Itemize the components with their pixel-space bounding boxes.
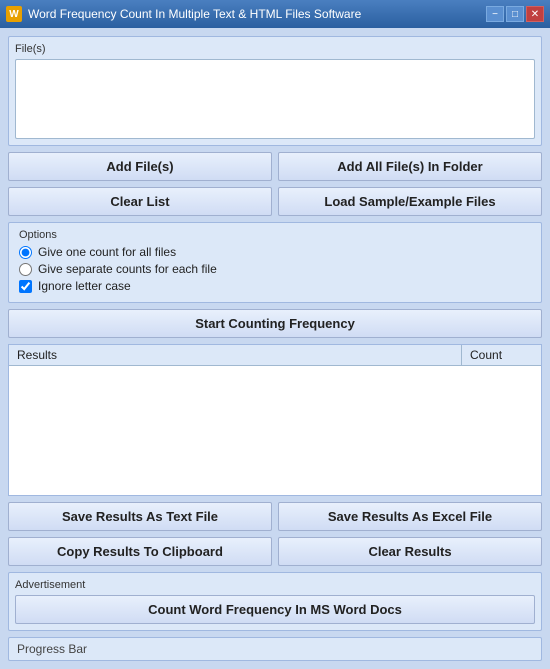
save-buttons-row: Save Results As Text File Save Results A… [8, 502, 542, 531]
window-controls: − □ ✕ [486, 6, 544, 22]
main-content: File(s) Add File(s) Add All File(s) In F… [0, 28, 550, 669]
option-row-3: Ignore letter case [19, 279, 531, 293]
option-row-1: Give one count for all files [19, 245, 531, 259]
title-bar: W Word Frequency Count In Multiple Text … [0, 0, 550, 28]
close-button[interactable]: ✕ [526, 6, 544, 22]
clear-list-button[interactable]: Clear List [8, 187, 272, 216]
results-body [9, 366, 541, 495]
load-sample-button[interactable]: Load Sample/Example Files [278, 187, 542, 216]
checkbox-ignore-case[interactable] [19, 280, 32, 293]
add-buttons-row: Add File(s) Add All File(s) In Folder [8, 152, 542, 181]
add-all-folder-button[interactable]: Add All File(s) In Folder [278, 152, 542, 181]
minimize-button[interactable]: − [486, 6, 504, 22]
files-listbox[interactable] [15, 59, 535, 139]
files-group-label: File(s) [15, 43, 535, 55]
files-group: File(s) [8, 36, 542, 146]
advertisement-group: Advertisement Count Word Frequency In MS… [8, 572, 542, 631]
copy-clear-row: Copy Results To Clipboard Clear Results [8, 537, 542, 566]
start-counting-row: Start Counting Frequency [8, 309, 542, 338]
progress-bar-area: Progress Bar [8, 637, 542, 661]
advertisement-label: Advertisement [15, 579, 535, 591]
clear-load-row: Clear List Load Sample/Example Files [8, 187, 542, 216]
ms-word-button[interactable]: Count Word Frequency In MS Word Docs [15, 595, 535, 624]
radio-one-count[interactable] [19, 246, 32, 259]
checkbox-ignore-case-label: Ignore letter case [38, 279, 131, 293]
app-title: Word Frequency Count In Multiple Text & … [28, 7, 361, 21]
count-col-header: Count [461, 345, 541, 365]
radio-one-count-label: Give one count for all files [38, 245, 176, 259]
results-col-header: Results [9, 345, 461, 365]
progress-bar-label: Progress Bar [17, 642, 87, 656]
radio-separate-count-label: Give separate counts for each file [38, 262, 217, 276]
results-header: Results Count [9, 345, 541, 366]
clear-results-button[interactable]: Clear Results [278, 537, 542, 566]
add-files-button[interactable]: Add File(s) [8, 152, 272, 181]
option-row-2: Give separate counts for each file [19, 262, 531, 276]
maximize-button[interactable]: □ [506, 6, 524, 22]
options-label: Options [19, 229, 531, 241]
title-bar-left: W Word Frequency Count In Multiple Text … [6, 6, 361, 22]
start-counting-button[interactable]: Start Counting Frequency [8, 309, 542, 338]
radio-separate-count[interactable] [19, 263, 32, 276]
save-as-text-button[interactable]: Save Results As Text File [8, 502, 272, 531]
app-icon: W [6, 6, 22, 22]
results-area: Results Count [8, 344, 542, 496]
copy-clipboard-button[interactable]: Copy Results To Clipboard [8, 537, 272, 566]
save-as-excel-button[interactable]: Save Results As Excel File [278, 502, 542, 531]
options-group: Options Give one count for all files Giv… [8, 222, 542, 303]
